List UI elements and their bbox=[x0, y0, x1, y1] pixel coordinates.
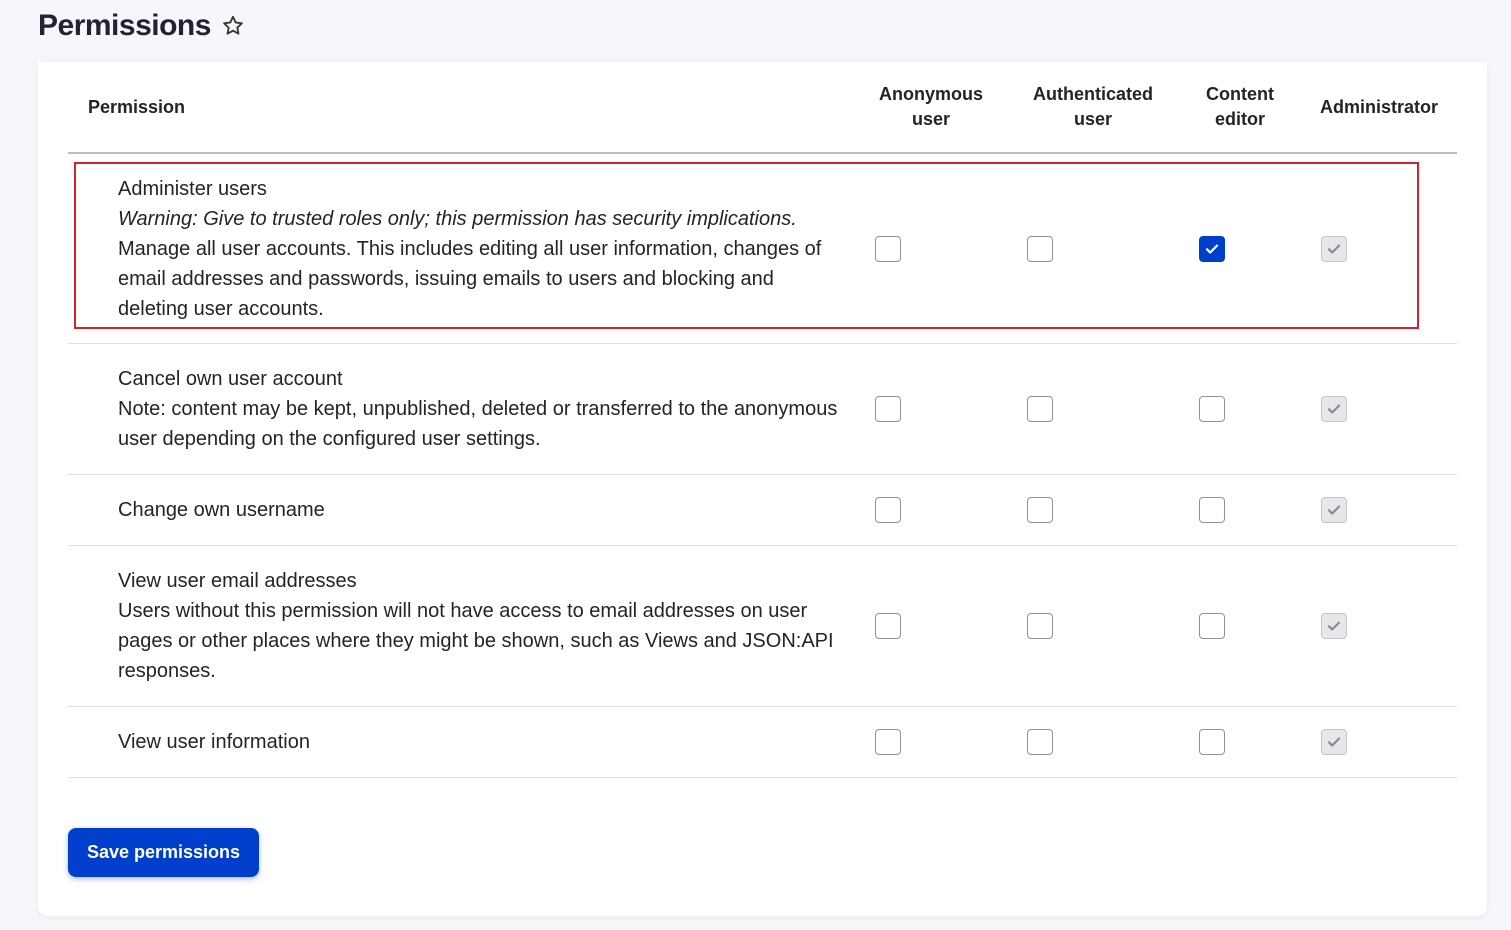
checkbox-anonymous-user[interactable] bbox=[875, 729, 901, 755]
checkbox-authenticated-user[interactable] bbox=[1027, 235, 1053, 262]
table-row: View user email addresses Users without … bbox=[68, 546, 1457, 707]
star-icon[interactable] bbox=[221, 14, 245, 38]
checkbox-box[interactable] bbox=[1027, 497, 1053, 523]
permissions-card: Permission Anonymous user Authenticated … bbox=[38, 62, 1487, 916]
checkbox-content-editor[interactable] bbox=[1199, 613, 1225, 639]
page-title: Permissions bbox=[38, 9, 211, 42]
checkbox-box bbox=[1321, 729, 1347, 755]
permission-title: Administer users bbox=[118, 177, 267, 200]
checkbox-box[interactable] bbox=[1027, 613, 1053, 639]
checkbox-administrator bbox=[1321, 235, 1347, 262]
checkbox-authenticated-user[interactable] bbox=[1027, 613, 1053, 639]
checkmark-icon bbox=[1327, 244, 1341, 254]
checkbox-box[interactable] bbox=[1199, 497, 1225, 523]
checkmark-icon bbox=[1205, 244, 1219, 254]
checkbox-content-editor[interactable] bbox=[1199, 497, 1225, 523]
checkmark-icon bbox=[1327, 621, 1341, 631]
checkbox-authenticated-user[interactable] bbox=[1027, 729, 1053, 755]
checkbox-administrator bbox=[1321, 613, 1347, 639]
permission-title: View user email addresses bbox=[118, 570, 357, 592]
table-row: View user information bbox=[68, 707, 1457, 778]
permission-description: Administer users Warning: Give to truste… bbox=[118, 174, 838, 324]
checkbox-box bbox=[1321, 497, 1347, 523]
checkbox-box[interactable] bbox=[875, 729, 901, 755]
permission-description: Change own username bbox=[118, 495, 838, 525]
checkbox-box[interactable] bbox=[1199, 613, 1225, 639]
checkbox-anonymous-user[interactable] bbox=[875, 497, 901, 523]
checkbox-content-editor[interactable] bbox=[1199, 396, 1225, 422]
checkbox-box[interactable] bbox=[1027, 396, 1053, 422]
header-authenticated-user: Authenticated user bbox=[1032, 84, 1153, 129]
permission-title: Change own username bbox=[118, 499, 325, 521]
checkbox-box bbox=[1321, 613, 1347, 639]
permission-title: View user information bbox=[118, 731, 310, 753]
permissions-table: Permission Anonymous user Authenticated … bbox=[68, 62, 1457, 778]
page-header: Permissions bbox=[38, 6, 245, 46]
checkmark-icon bbox=[1327, 404, 1341, 414]
table-header: Permission Anonymous user Authenticated … bbox=[68, 62, 1457, 154]
checkbox-box[interactable] bbox=[875, 497, 901, 523]
checkbox-anonymous-user[interactable] bbox=[875, 235, 901, 262]
checkbox-box[interactable] bbox=[1199, 235, 1225, 262]
checkbox-authenticated-user[interactable] bbox=[1027, 396, 1053, 422]
permission-detail: Users without this permission will not h… bbox=[118, 600, 834, 682]
checkbox-anonymous-user[interactable] bbox=[875, 613, 901, 639]
permission-detail: Manage all user accounts. This includes … bbox=[118, 237, 822, 320]
checkbox-content-editor[interactable] bbox=[1199, 729, 1225, 755]
checkbox-box[interactable] bbox=[875, 235, 901, 262]
checkbox-box[interactable] bbox=[875, 613, 901, 639]
checkbox-content-editor[interactable] bbox=[1199, 235, 1225, 262]
checkbox-box[interactable] bbox=[1027, 729, 1053, 755]
table-row: Cancel own user account Note: content ma… bbox=[68, 344, 1457, 475]
security-warning: Warning: Give to trusted roles only; thi… bbox=[118, 207, 797, 230]
table-row: Administer users Warning: Give to truste… bbox=[68, 154, 1457, 344]
checkbox-box[interactable] bbox=[1199, 729, 1225, 755]
checkbox-box bbox=[1321, 235, 1347, 262]
checkbox-anonymous-user[interactable] bbox=[875, 396, 901, 422]
checkmark-icon bbox=[1327, 737, 1341, 747]
checkbox-box bbox=[1321, 396, 1347, 422]
permission-description: View user information bbox=[118, 727, 838, 757]
permission-title: Cancel own user account bbox=[118, 368, 343, 390]
checkmark-icon bbox=[1327, 505, 1341, 515]
permission-detail: Note: content may be kept, unpublished, … bbox=[118, 398, 838, 450]
permission-description: View user email addresses Users without … bbox=[118, 566, 838, 686]
header-anonymous-user: Anonymous user bbox=[878, 84, 983, 129]
permission-description: Cancel own user account Note: content ma… bbox=[118, 364, 838, 454]
header-permission: Permission bbox=[88, 96, 186, 117]
table-row: Change own username bbox=[68, 475, 1457, 546]
header-content-editor: Content editor bbox=[1206, 84, 1274, 129]
checkbox-administrator bbox=[1321, 497, 1347, 523]
checkbox-box[interactable] bbox=[1199, 396, 1225, 422]
checkbox-administrator bbox=[1321, 396, 1347, 422]
header-administrator: Administrator bbox=[1319, 96, 1438, 117]
checkbox-authenticated-user[interactable] bbox=[1027, 497, 1053, 523]
checkbox-box[interactable] bbox=[875, 396, 901, 422]
save-permissions-button[interactable]: Save permissions bbox=[68, 828, 259, 877]
checkbox-administrator bbox=[1321, 729, 1347, 755]
checkbox-box[interactable] bbox=[1027, 235, 1053, 262]
